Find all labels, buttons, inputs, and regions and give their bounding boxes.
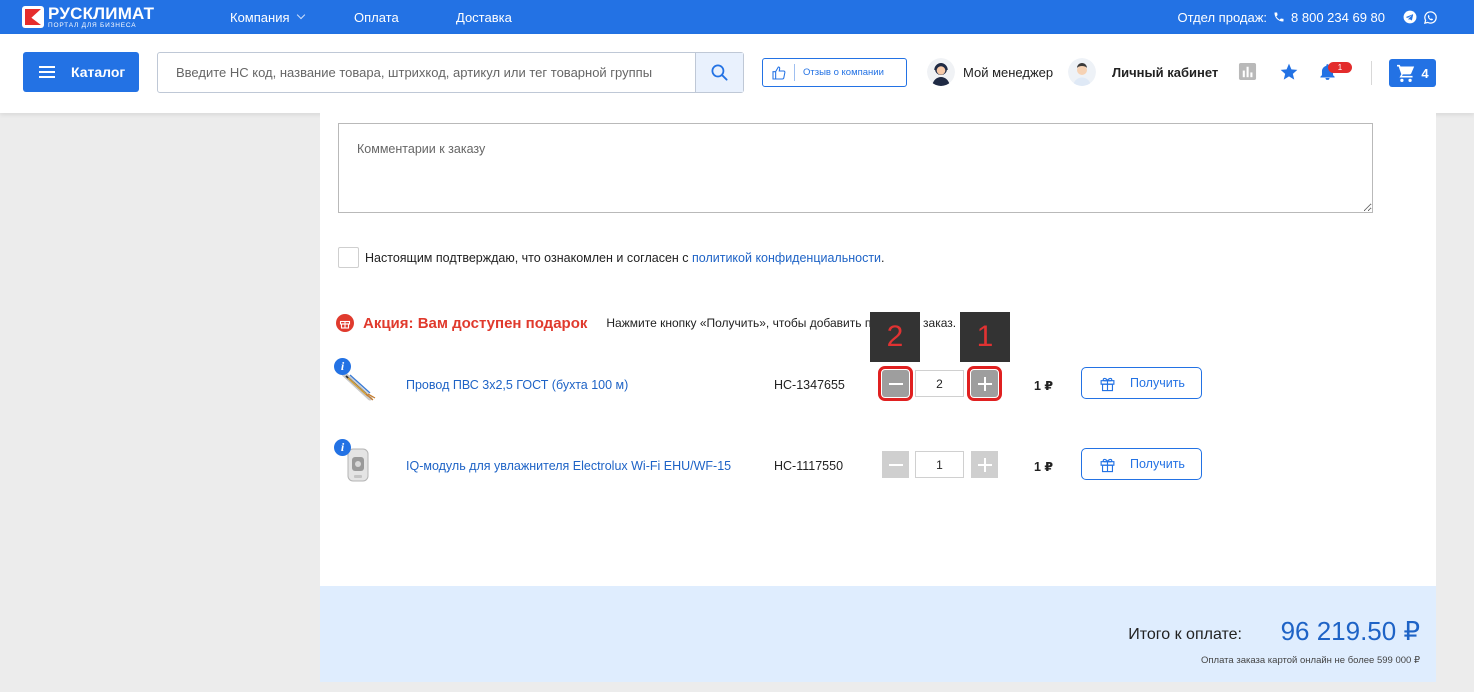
- gift-item-row: i IQ-модуль для увлажнителя Electrolux W…: [320, 439, 1436, 489]
- total-note: Оплата заказа картой онлайн не более 599…: [1201, 655, 1420, 666]
- nav-company-label: Компания: [230, 9, 290, 25]
- nav-company[interactable]: Компания: [230, 0, 305, 34]
- quantity-increase-button[interactable]: [971, 451, 998, 478]
- thumbs-up-icon: [763, 64, 795, 81]
- stats-chart-icon[interactable]: [1238, 62, 1258, 82]
- gift-item-code: НС-1117550: [774, 459, 844, 473]
- minus-icon: [888, 382, 903, 385]
- personal-account-label: Личный кабинет: [1112, 64, 1219, 80]
- quantity-input[interactable]: [915, 451, 964, 478]
- whatsapp-icon[interactable]: [1423, 10, 1438, 25]
- gift-item-code: НС-1347655: [774, 378, 845, 392]
- logo-mark-icon: [22, 6, 44, 28]
- notifications-badge: 1: [1328, 62, 1352, 73]
- phone-number[interactable]: 8 800 234 69 80: [1291, 10, 1385, 25]
- logo[interactable]: РУСКЛИМАТ ПОРТАЛ ДЛЯ БИЗНЕСА: [22, 3, 154, 31]
- logo-name: РУСКЛИМАТ: [48, 3, 155, 23]
- nav-delivery-label: Доставка: [456, 9, 512, 25]
- plus-icon: [977, 376, 992, 391]
- nav-payment-label: Оплата: [354, 9, 399, 25]
- menu-icon: [39, 66, 55, 78]
- cart-count: 4: [1421, 65, 1429, 81]
- get-gift-label: Получить: [1130, 376, 1185, 390]
- company-review-label: Отзыв о компании: [803, 67, 884, 78]
- my-manager-link[interactable]: Мой менеджер: [927, 58, 1053, 86]
- annotation-callout-plus: 1: [960, 312, 1010, 362]
- user-avatar-icon: [1068, 58, 1096, 86]
- gift-item-name[interactable]: IQ-модуль для увлажнителя Electrolux Wi-…: [406, 459, 731, 473]
- phone-icon: [1273, 11, 1285, 23]
- nav-delivery[interactable]: Доставка: [456, 0, 512, 34]
- gift-badge-icon: [336, 314, 354, 332]
- header-divider: [1371, 61, 1372, 85]
- gift-item-name[interactable]: Провод ПВС 3х2,5 ГОСТ (бухта 100 м): [406, 378, 628, 392]
- info-icon[interactable]: i: [334, 439, 351, 456]
- privacy-policy-link[interactable]: политикой конфиденциальности: [692, 251, 881, 265]
- search-bar: [157, 52, 744, 93]
- gift-icon: [1099, 456, 1116, 473]
- get-gift-button[interactable]: Получить: [1081, 367, 1202, 399]
- minus-icon: [888, 463, 903, 466]
- search-button[interactable]: [695, 53, 743, 92]
- order-panel: Настоящим подтверждаю, что ознакомлен и …: [320, 113, 1436, 586]
- main-header: Каталог Отзыв о компании Мой менеджер Ли…: [0, 34, 1474, 113]
- total-label: Итого к оплате:: [1128, 626, 1242, 643]
- privacy-text: Настоящим подтверждаю, что ознакомлен и …: [365, 250, 692, 265]
- annotation-callout-minus: 2: [870, 312, 920, 362]
- get-gift-label: Получить: [1130, 457, 1185, 471]
- sales-contact: Отдел продаж: 8 800 234 69 80: [1177, 0, 1438, 34]
- chevron-down-icon: [296, 10, 305, 20]
- quantity-decrease-button[interactable]: [878, 366, 913, 401]
- catalog-button-label: Каталог: [71, 64, 126, 80]
- privacy-text-end: .: [881, 250, 885, 265]
- info-icon[interactable]: i: [334, 358, 351, 375]
- gift-icon: [1099, 375, 1116, 392]
- promo-header: Акция: Вам доступен подарок Нажмите кноп…: [336, 314, 956, 332]
- telegram-icon[interactable]: [1403, 10, 1417, 24]
- cart-button[interactable]: 4: [1389, 59, 1436, 87]
- my-manager-label: Мой менеджер: [963, 64, 1054, 80]
- favorites-star-icon[interactable]: [1279, 62, 1299, 82]
- search-input[interactable]: [158, 53, 695, 92]
- sales-label: Отдел продаж:: [1177, 9, 1268, 25]
- company-review-button[interactable]: Отзыв о компании: [762, 58, 907, 87]
- quantity-input[interactable]: [915, 370, 964, 397]
- cart-icon: [1397, 64, 1415, 82]
- gift-item-row: i Провод ПВС 3х2,5 ГОСТ (бухта 100 м) НС…: [320, 358, 1436, 408]
- total-value: 96 219.50 ₽: [1280, 616, 1420, 646]
- quantity-decrease-button[interactable]: [882, 451, 909, 478]
- gift-item-price: 1 ₽: [1034, 379, 1054, 393]
- order-total: Итого к оплате: 96 219.50 ₽ Оплата заказ…: [320, 586, 1436, 682]
- manager-avatar-icon: [927, 58, 955, 86]
- get-gift-button[interactable]: Получить: [1081, 448, 1202, 480]
- nav-payment[interactable]: Оплата: [354, 0, 399, 34]
- promo-title: Акция: Вам доступен подарок: [363, 314, 588, 332]
- top-bar: РУСКЛИМАТ ПОРТАЛ ДЛЯ БИЗНЕСА Компания Оп…: [0, 0, 1474, 34]
- personal-account-link[interactable]: Личный кабинет: [1068, 58, 1218, 86]
- plus-icon: [977, 457, 992, 472]
- order-comment-input[interactable]: [338, 123, 1373, 213]
- gift-item-price: 1 ₽: [1034, 460, 1054, 474]
- privacy-checkbox[interactable]: [338, 247, 359, 268]
- quantity-increase-button[interactable]: [967, 366, 1002, 401]
- privacy-agreement: Настоящим подтверждаю, что ознакомлен и …: [338, 247, 885, 268]
- search-icon: [711, 64, 728, 81]
- catalog-button[interactable]: Каталог: [23, 52, 139, 92]
- logo-subtitle: ПОРТАЛ ДЛЯ БИЗНЕСА: [48, 21, 137, 29]
